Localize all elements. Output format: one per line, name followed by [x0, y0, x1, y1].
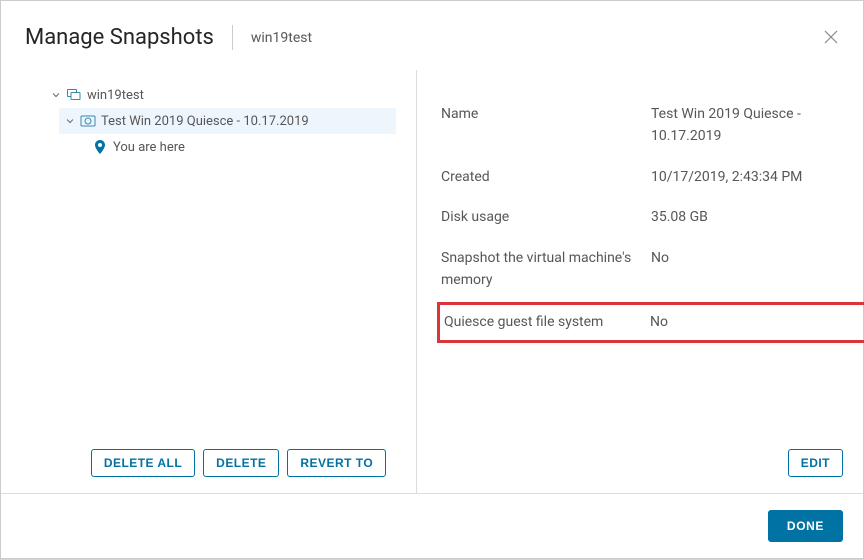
tree-here-label: You are here [113, 140, 392, 155]
details-actions: EDIT [441, 449, 843, 477]
detail-memory-label: Snapshot the virtual machine's memory [441, 247, 651, 292]
delete-button[interactable]: DELETE [203, 449, 279, 477]
tree-you-are-here[interactable]: You are here [87, 134, 396, 160]
manage-snapshots-dialog: Manage Snapshots win19test win19test [0, 0, 864, 559]
dialog-header: Manage Snapshots win19test [1, 1, 863, 70]
detail-quiesce-value: No [650, 311, 860, 333]
edit-button[interactable]: EDIT [788, 449, 843, 477]
snapshot-details: Name Test Win 2019 Quiesce - 10.17.2019 … [441, 94, 843, 433]
detail-created-value: 10/17/2019, 2:43:34 PM [651, 166, 843, 188]
snapshot-tree-panel: win19test Test Win 2019 Quiesce - 10.17.… [1, 70, 417, 493]
detail-memory-row: Snapshot the virtual machine's memory No [441, 238, 843, 301]
dialog-footer: DONE [1, 494, 863, 558]
delete-all-button[interactable]: DELETE ALL [91, 449, 195, 477]
revert-to-button[interactable]: REVERT TO [287, 449, 386, 477]
chevron-down-icon[interactable] [49, 90, 63, 100]
tree-actions: DELETE ALL DELETE REVERT TO [21, 443, 396, 477]
detail-quiesce-label: Quiesce guest file system [440, 311, 650, 333]
detail-name-label: Name [441, 103, 651, 148]
vm-icon [65, 88, 83, 102]
detail-created-row: Created 10/17/2019, 2:43:34 PM [441, 157, 843, 197]
dialog-subtitle: win19test [233, 30, 312, 46]
tree-root-vm[interactable]: win19test [45, 82, 396, 108]
detail-disk-label: Disk usage [441, 206, 651, 228]
tree-snapshot-label: Test Win 2019 Quiesce - 10.17.2019 [101, 114, 392, 129]
detail-quiesce-row: Quiesce guest file system No [437, 302, 864, 342]
snapshot-tree: win19test Test Win 2019 Quiesce - 10.17.… [21, 82, 396, 443]
detail-created-label: Created [441, 166, 651, 188]
tree-snapshot-item[interactable]: Test Win 2019 Quiesce - 10.17.2019 [59, 108, 396, 134]
chevron-down-icon[interactable] [63, 116, 77, 126]
detail-memory-value: No [651, 247, 843, 292]
detail-disk-row: Disk usage 35.08 GB [441, 197, 843, 237]
dialog-body: win19test Test Win 2019 Quiesce - 10.17.… [1, 70, 863, 494]
snapshot-details-panel: Name Test Win 2019 Quiesce - 10.17.2019 … [417, 70, 863, 493]
dialog-title: Manage Snapshots [25, 25, 233, 50]
close-icon [823, 29, 839, 45]
detail-name-value: Test Win 2019 Quiesce - 10.17.2019 [651, 103, 843, 148]
tree-root-label: win19test [87, 88, 392, 103]
location-pin-icon [91, 140, 109, 154]
done-button[interactable]: DONE [768, 510, 843, 542]
detail-disk-value: 35.08 GB [651, 206, 843, 228]
close-button[interactable] [823, 29, 839, 45]
snapshot-icon [79, 114, 97, 128]
detail-name-row: Name Test Win 2019 Quiesce - 10.17.2019 [441, 94, 843, 157]
